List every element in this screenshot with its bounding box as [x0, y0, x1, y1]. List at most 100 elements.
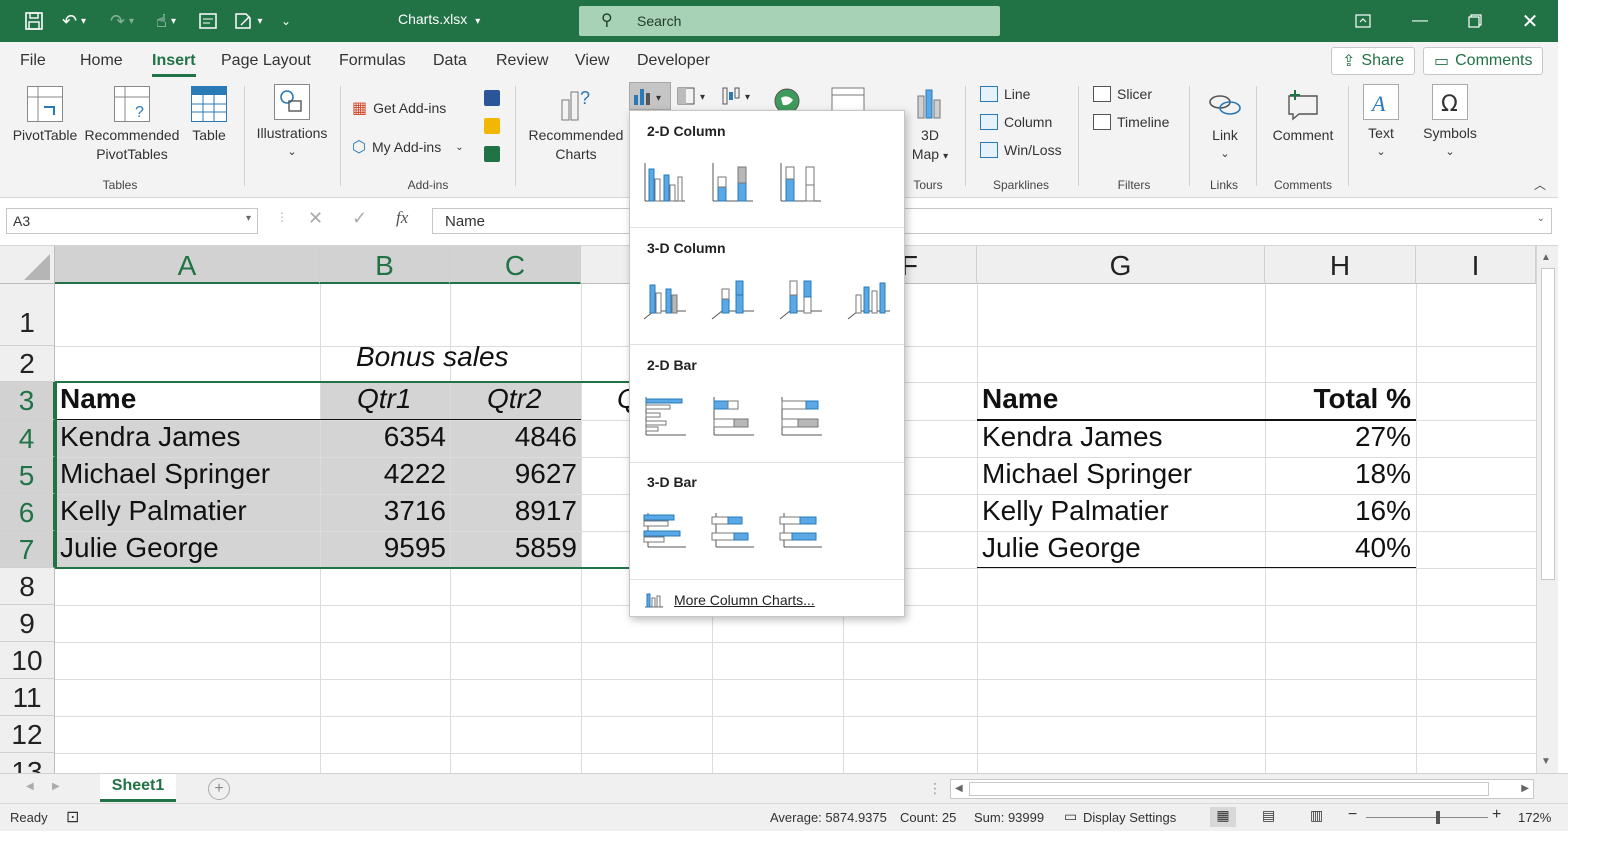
3d-100-stacked-column-icon[interactable] — [778, 275, 824, 321]
row-header-3[interactable]: 3 — [0, 382, 55, 420]
illustrations-button[interactable]: Illustrations ⌄ — [252, 84, 332, 162]
page-layout-view-icon[interactable]: ▤ — [1262, 807, 1275, 824]
status-average[interactable]: Average: 5874.9375 — [770, 810, 887, 825]
summary-name[interactable]: Kelly Palmatier — [982, 495, 1169, 527]
cell-qtr2[interactable]: 8917 — [450, 495, 577, 527]
3d-clustered-bar-icon[interactable] — [642, 509, 688, 555]
row-header-13[interactable]: 13 — [0, 753, 55, 773]
table-button[interactable]: Table — [186, 86, 232, 145]
cancel-icon[interactable]: ✕ — [308, 208, 323, 229]
zoom-level[interactable]: 172% — [1518, 810, 1551, 825]
status-sum[interactable]: Sum: 93999 — [974, 810, 1044, 825]
new-comment-button[interactable]: Comment — [1266, 86, 1340, 145]
summary-pct[interactable]: 16% — [1265, 495, 1411, 527]
cell-qtr2[interactable]: 4846 — [450, 421, 577, 453]
column-header-a[interactable]: A — [55, 246, 320, 284]
expand-formula-icon[interactable]: ⌄ — [1537, 213, 1545, 224]
row-header-6[interactable]: 6 — [0, 494, 55, 531]
zoom-slider-thumb[interactable] — [1436, 811, 1440, 824]
3d-column-icon[interactable] — [846, 275, 892, 321]
collapse-ribbon-icon[interactable]: ︿ — [1534, 176, 1546, 193]
100-stacked-bar-icon[interactable] — [778, 393, 824, 439]
header-qtr2[interactable]: Qtr2 — [487, 383, 541, 415]
normal-view-icon[interactable]: ▦ — [1210, 807, 1236, 827]
name-box[interactable]: A3 ▾ — [6, 208, 258, 234]
scroll-thumb[interactable] — [1541, 268, 1555, 580]
header-qtr3[interactable]: Q — [617, 383, 629, 415]
horizontal-scrollbar[interactable]: ◀ ▶ — [950, 779, 1534, 799]
row-header-8[interactable]: 8 — [0, 568, 55, 605]
zoom-slider[interactable] — [1366, 817, 1488, 818]
column-header-c[interactable]: C — [450, 246, 581, 284]
scroll-up-icon[interactable]: ▲ — [1541, 252, 1551, 263]
row-header-4[interactable]: 4 — [0, 420, 55, 457]
column-header-g[interactable]: G — [977, 246, 1265, 284]
row-header-5[interactable]: 5 — [0, 457, 55, 494]
sheet-title[interactable]: Bonus sales — [356, 341, 509, 373]
formula-input[interactable]: Name ⌄ — [432, 208, 1552, 234]
summary-header-total[interactable]: Total % — [1265, 383, 1411, 415]
header-name[interactable]: Name — [60, 383, 136, 415]
people-graph-icon[interactable] — [484, 146, 500, 162]
save-icon[interactable] — [20, 8, 48, 34]
recommended-charts-button[interactable]: ? Recommended Charts — [524, 86, 628, 164]
summary-pct[interactable]: 40% — [1265, 532, 1411, 564]
cell-qtr1[interactable]: 4222 — [320, 458, 446, 490]
scroll-left-icon[interactable]: ◀ — [955, 783, 963, 794]
column-header-b[interactable]: B — [320, 246, 450, 284]
add-sheet-icon[interactable]: + — [208, 778, 230, 800]
horizontal-scroll-thumb[interactable] — [969, 782, 1489, 796]
cell-qtr1[interactable]: 3716 — [320, 495, 446, 527]
summary-header-name[interactable]: Name — [982, 383, 1058, 415]
more-column-charts-button[interactable]: More Column Charts... — [644, 587, 894, 613]
link-button[interactable]: Link ⌄ — [1200, 86, 1250, 164]
display-settings-button[interactable]: Display Settings — [1083, 810, 1176, 825]
100-stacked-column-icon[interactable] — [778, 159, 824, 205]
insert-function-icon[interactable]: fx — [396, 208, 408, 228]
touch-mode-icon[interactable]: ☝ ▾ — [148, 8, 184, 34]
tab-data[interactable]: Data — [433, 52, 467, 70]
cell-qtr1[interactable]: 6354 — [320, 421, 446, 453]
row-header-9[interactable]: 9 — [0, 605, 55, 642]
page-break-view-icon[interactable]: ▥ — [1310, 807, 1323, 824]
summary-name[interactable]: Michael Springer — [982, 458, 1192, 490]
insert-column-chart-button[interactable]: ▾ — [629, 82, 671, 110]
search-input[interactable]: ⚲ Search — [579, 6, 1000, 36]
stacked-column-icon[interactable] — [710, 159, 756, 205]
column-header-h[interactable]: H — [1265, 246, 1416, 284]
timeline-button[interactable]: Timeline — [1093, 114, 1169, 130]
sheet-tab-sheet1[interactable]: Sheet1 — [100, 774, 176, 802]
cell-name[interactable]: Julie George — [60, 532, 219, 564]
vertical-scrollbar[interactable]: ▲ ▼ — [1536, 246, 1558, 773]
minimize-icon[interactable]: — — [1400, 6, 1440, 36]
share-button[interactable]: ⇪ Share — [1331, 47, 1416, 75]
tab-home[interactable]: Home — [80, 52, 123, 70]
scroll-down-icon[interactable]: ▼ — [1541, 756, 1551, 767]
summary-pct[interactable]: 18% — [1265, 458, 1411, 490]
form-icon[interactable] — [196, 8, 220, 34]
sparkline-column-button[interactable]: Column — [980, 114, 1052, 130]
edit-form-icon[interactable]: ▾ — [228, 8, 268, 34]
close-icon[interactable]: ✕ — [1510, 6, 1550, 36]
visio-icon[interactable] — [484, 90, 500, 106]
row-header-10[interactable]: 10 — [0, 642, 55, 679]
display-settings-icon[interactable]: ▭ — [1064, 808, 1077, 825]
slicer-button[interactable]: Slicer — [1093, 86, 1152, 102]
cell-name[interactable]: Kendra James — [60, 421, 241, 453]
clustered-column-icon[interactable] — [642, 159, 688, 205]
tab-file[interactable]: File — [20, 52, 46, 70]
3d-100-stacked-bar-icon[interactable] — [778, 509, 824, 555]
ribbon-display-icon[interactable] — [1343, 6, 1383, 36]
zoom-out-icon[interactable]: − — [1348, 806, 1357, 824]
file-name[interactable]: Charts.xlsx ▾ — [398, 11, 480, 27]
enter-icon[interactable]: ✓ — [352, 208, 367, 229]
row-header-12[interactable]: 12 — [0, 716, 55, 753]
get-addins-button[interactable]: ▦ Get Add-ins — [352, 98, 446, 118]
tab-page-layout[interactable]: Page Layout — [221, 52, 311, 70]
cell-name[interactable]: Michael Springer — [60, 458, 270, 490]
select-all-button[interactable] — [0, 246, 55, 284]
cell-qtr1[interactable]: 9595 — [320, 532, 446, 564]
bing-icon[interactable] — [484, 118, 500, 134]
insert-waterfall-chart-button[interactable]: ▾ — [721, 84, 759, 110]
stacked-bar-icon[interactable] — [710, 393, 756, 439]
